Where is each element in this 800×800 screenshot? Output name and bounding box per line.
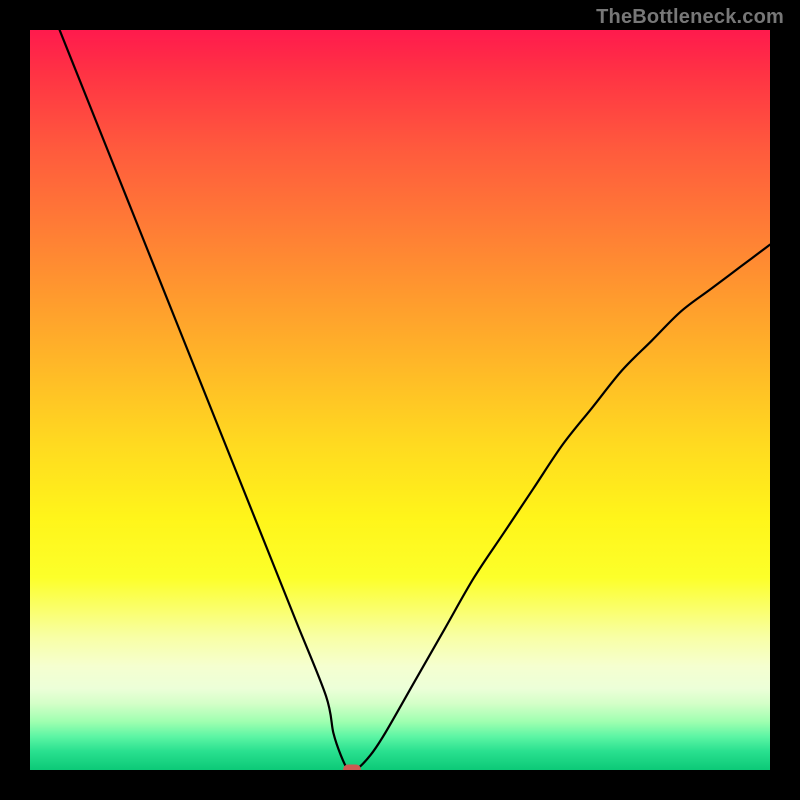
curve-svg: [30, 30, 770, 770]
plot-area: [30, 30, 770, 770]
watermark-text: TheBottleneck.com: [596, 6, 784, 29]
chart-frame: TheBottleneck.com: [0, 0, 800, 800]
bottleneck-curve: [30, 30, 770, 770]
minimum-marker: [343, 765, 361, 771]
